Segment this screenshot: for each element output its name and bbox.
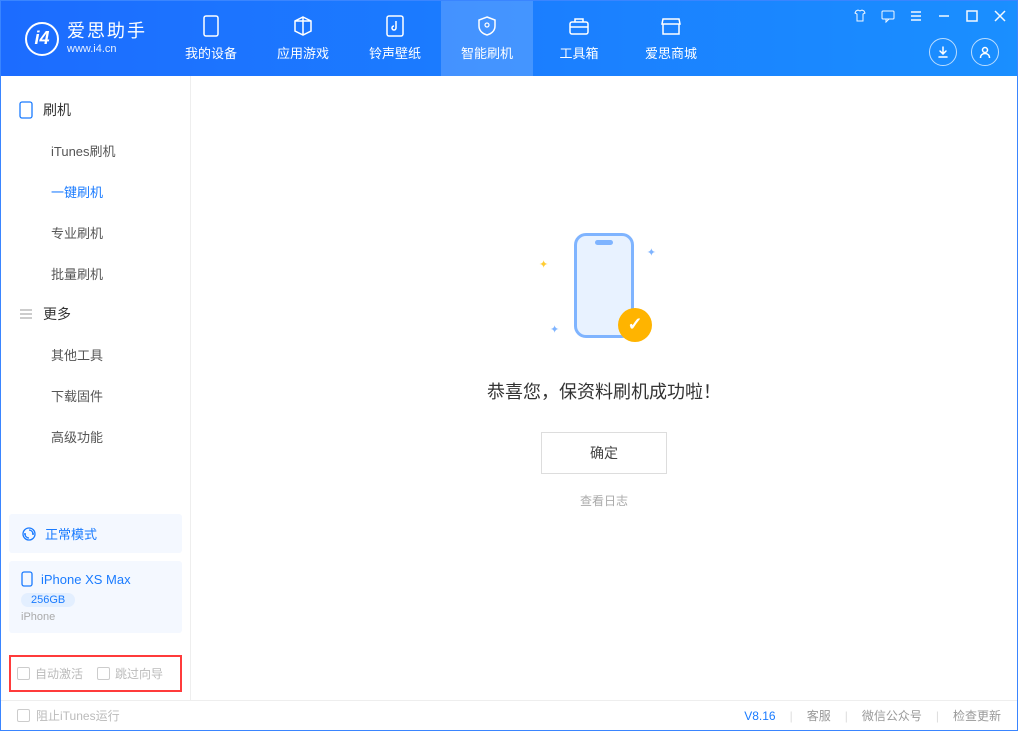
- tab-label: 工具箱: [559, 43, 598, 62]
- sync-icon: [21, 526, 37, 542]
- app-subtitle: www.i4.cn: [67, 43, 147, 56]
- tab-label: 我的设备: [185, 43, 237, 62]
- header-action-icons: [929, 38, 999, 66]
- mode-card[interactable]: 正常模式: [9, 514, 182, 553]
- store-icon: [660, 15, 682, 37]
- version-label: V8.16: [744, 709, 775, 723]
- confirm-button[interactable]: 确定: [541, 432, 667, 474]
- cube-icon: [292, 15, 314, 37]
- footer-link-support[interactable]: 客服: [807, 707, 831, 724]
- maximize-icon[interactable]: [963, 7, 981, 25]
- success-illustration: ✦ ✦ ✦ ✓: [544, 228, 664, 348]
- app-header: i4 爱思助手 www.i4.cn 我的设备 应用游戏 铃声壁纸 智能刷机 工具…: [1, 1, 1017, 76]
- sidebar-item-batch-flash[interactable]: 批量刷机: [1, 253, 190, 294]
- device-name-label: iPhone XS Max: [41, 572, 131, 587]
- music-file-icon: [384, 15, 406, 37]
- checkbox-icon: [17, 667, 30, 680]
- check-badge-icon: ✓: [618, 308, 652, 342]
- feedback-icon[interactable]: [879, 7, 897, 25]
- sparkle-icon: ✦: [550, 323, 559, 336]
- tab-apps-games[interactable]: 应用游戏: [257, 1, 349, 76]
- capacity-badge: 256GB: [21, 593, 75, 607]
- tab-smart-flash[interactable]: 智能刷机: [441, 1, 533, 76]
- tab-label: 应用游戏: [277, 43, 329, 62]
- download-icon[interactable]: [929, 38, 957, 66]
- list-icon: [19, 307, 33, 321]
- tab-my-device[interactable]: 我的设备: [165, 1, 257, 76]
- sidebar-item-advanced[interactable]: 高级功能: [1, 416, 190, 457]
- phone-small-icon: [21, 571, 33, 587]
- checkbox-icon: [97, 667, 110, 680]
- sidebar-item-pro-flash[interactable]: 专业刷机: [1, 212, 190, 253]
- checkbox-icon: [17, 709, 30, 722]
- sidebar-item-oneclick-flash[interactable]: 一键刷机: [1, 171, 190, 212]
- success-message: 恭喜您，保资料刷机成功啦！: [487, 378, 721, 404]
- sidebar-section-more: 更多: [1, 294, 190, 334]
- tab-label: 智能刷机: [461, 43, 513, 62]
- sparkle-icon: ✦: [647, 246, 656, 259]
- app-title: 爱思助手: [67, 21, 147, 43]
- tab-label: 铃声壁纸: [369, 43, 421, 62]
- sidebar-item-other-tools[interactable]: 其他工具: [1, 334, 190, 375]
- sidebar: 刷机 iTunes刷机 一键刷机 专业刷机 批量刷机 更多 其他工具 下载固件 …: [1, 76, 191, 700]
- tab-label: 爱思商城: [645, 43, 697, 62]
- sidebar-section-flash: 刷机: [1, 90, 190, 130]
- checkbox-skip-guide[interactable]: 跳过向导: [97, 665, 163, 682]
- app-logo: i4 爱思助手 www.i4.cn: [1, 21, 165, 56]
- footer: 阻止iTunes运行 V8.16 | 客服 | 微信公众号 | 检查更新: [1, 700, 1017, 730]
- checkbox-block-itunes[interactable]: 阻止iTunes运行: [17, 707, 120, 724]
- view-log-link[interactable]: 查看日志: [580, 492, 628, 509]
- app-body: 刷机 iTunes刷机 一键刷机 专业刷机 批量刷机 更多 其他工具 下载固件 …: [1, 76, 1017, 700]
- sidebar-item-itunes-flash[interactable]: iTunes刷机: [1, 130, 190, 171]
- sparkle-icon: ✦: [539, 258, 548, 271]
- close-icon[interactable]: [991, 7, 1009, 25]
- mode-label: 正常模式: [45, 524, 97, 543]
- checkbox-auto-activate[interactable]: 自动激活: [17, 665, 83, 682]
- shield-icon: [476, 15, 498, 37]
- footer-link-wechat[interactable]: 微信公众号: [862, 707, 922, 724]
- device-card[interactable]: iPhone XS Max 256GB iPhone: [9, 561, 182, 633]
- window-controls: [851, 7, 1009, 25]
- logo-icon: i4: [25, 22, 59, 56]
- user-icon[interactable]: [971, 38, 999, 66]
- minimize-icon[interactable]: [935, 7, 953, 25]
- tab-toolbox[interactable]: 工具箱: [533, 1, 625, 76]
- footer-link-update[interactable]: 检查更新: [953, 707, 1001, 724]
- tab-store[interactable]: 爱思商城: [625, 1, 717, 76]
- phone-icon: [19, 101, 33, 119]
- device-type-label: iPhone: [21, 611, 170, 623]
- device-icon: [200, 15, 222, 37]
- tab-ringtone-wallpaper[interactable]: 铃声壁纸: [349, 1, 441, 76]
- sidebar-item-download-firmware[interactable]: 下载固件: [1, 375, 190, 416]
- checkbox-row-highlighted: 自动激活 跳过向导: [9, 655, 182, 692]
- menu-icon[interactable]: [907, 7, 925, 25]
- tshirt-icon[interactable]: [851, 7, 869, 25]
- toolbox-icon: [568, 15, 590, 37]
- main-content: ✦ ✦ ✦ ✓ 恭喜您，保资料刷机成功啦！ 确定 查看日志: [191, 76, 1017, 700]
- header-tabs: 我的设备 应用游戏 铃声壁纸 智能刷机 工具箱 爱思商城: [165, 1, 717, 76]
